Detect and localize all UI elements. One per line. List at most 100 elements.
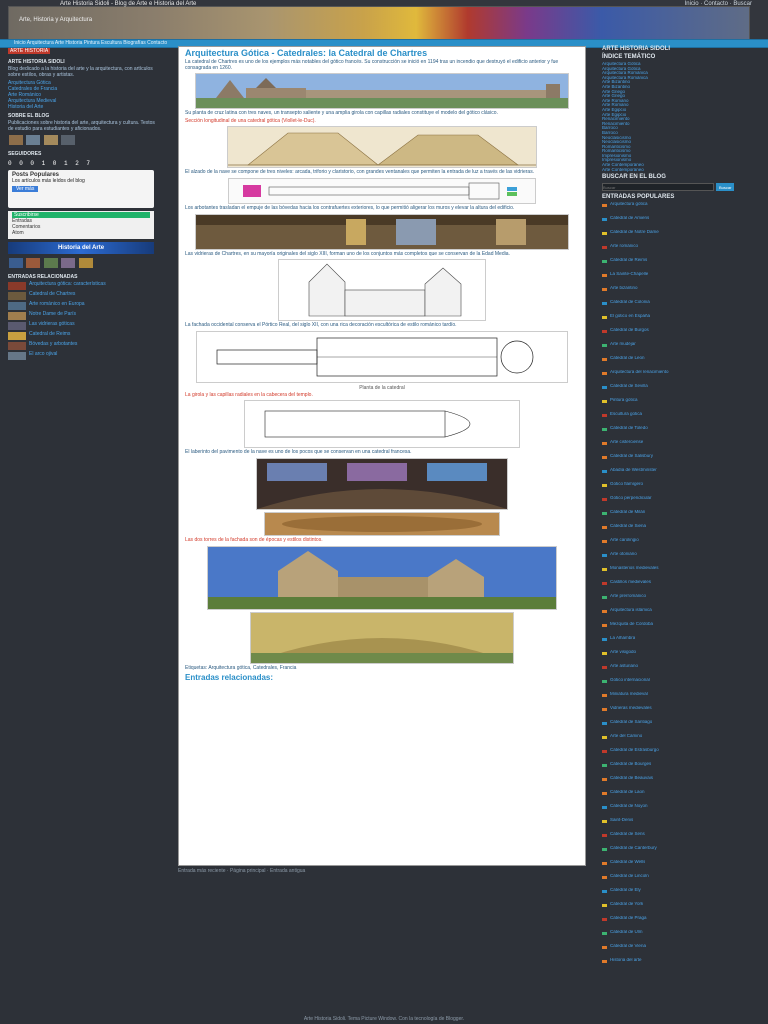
popular-post-item[interactable]: Arte cisterciense [602, 440, 762, 452]
popular-post-link[interactable]: Monasterios medievales [610, 566, 659, 578]
popular-post-link[interactable]: Pintura gótica [610, 398, 638, 410]
related-item[interactable]: Catedral de Chartres [8, 292, 158, 300]
popular-post-link[interactable]: Catedral de Laon [610, 790, 645, 802]
popular-post-item[interactable]: Catedral de Lincoln [602, 874, 762, 886]
popular-post-item[interactable]: Abadía de Westminster [602, 468, 762, 480]
popular-post-link[interactable]: Escultura gótica [610, 412, 642, 424]
popular-post-item[interactable]: Catedral de York [602, 902, 762, 914]
popular-post-link[interactable]: Historia del arte [610, 958, 642, 970]
popular-post-item[interactable]: Castillos medievales [602, 580, 762, 592]
popular-post-link[interactable]: Catedral de Colonia [610, 300, 650, 312]
popular-post-item[interactable]: Catedral de Sens [602, 832, 762, 844]
labyrinth-photo[interactable] [264, 511, 500, 536]
sidebar-link[interactable]: Historia del Arte [8, 104, 158, 110]
popular-post-item[interactable]: Gótico perpendicular [602, 496, 762, 508]
popular-post-item[interactable]: Gótico flamígero [602, 482, 762, 494]
popular-post-item[interactable]: Catedral de Reims [602, 258, 762, 270]
popular-post-item[interactable]: Catedral de Sevilla [602, 384, 762, 396]
cathedral-elevation-drawing[interactable] [278, 259, 486, 322]
popular-post-link[interactable]: Miniatura medieval [610, 692, 648, 704]
popular-post-link[interactable]: Mezquita de Córdoba [610, 622, 653, 634]
related-item[interactable]: Las vidrieras góticas [8, 322, 158, 330]
popular-post-item[interactable]: Catedral de Praga [602, 916, 762, 928]
stained-glass-photo[interactable] [256, 457, 508, 510]
subscribe-option[interactable]: Atom [12, 230, 150, 236]
popular-post-link[interactable]: Saint-Denis [610, 818, 633, 830]
related-link[interactable]: El arco ojival [29, 352, 57, 360]
popular-post-link[interactable]: Catedral de York [610, 902, 643, 914]
popular-post-link[interactable]: Catedral de Estrasburgo [610, 748, 659, 760]
popular-post-link[interactable]: Arte asturiano [610, 664, 638, 676]
popular-post-item[interactable]: Catedral de Estrasburgo [602, 748, 762, 760]
popular-post-item[interactable]: Catedral de Siena [602, 524, 762, 536]
popular-post-link[interactable]: Castillos medievales [610, 580, 651, 592]
popular-post-item[interactable]: Catedral de Santiago [602, 720, 762, 732]
portal-sculpture-photo[interactable] [250, 611, 514, 664]
post-title[interactable]: Arquitectura Gótica - Catedrales: la Cat… [185, 49, 579, 58]
blog-badge[interactable]: ARTE HISTORIA [8, 48, 51, 54]
cathedral-floor-plan[interactable] [196, 330, 568, 383]
popular-post-item[interactable]: Historia del arte [602, 958, 762, 970]
popular-post-item[interactable]: Catedral de Milán [602, 510, 762, 522]
related-link[interactable]: Arquitectura gótica: características [29, 282, 106, 290]
popular-post-link[interactable]: Arquitectura del renacimiento [610, 370, 669, 382]
nav-links[interactable]: Inicio Arquitectura Arte Historia Pintur… [14, 40, 167, 46]
popular-post-link[interactable]: Gótico internacional [610, 678, 650, 690]
related-item[interactable]: Catedral de Reims [8, 332, 158, 340]
popular-post-link[interactable]: Catedral de Sevilla [610, 384, 648, 396]
popular-post-link[interactable]: Catedral de Amiens [610, 216, 649, 228]
popular-post-item[interactable]: Arte otoniano [602, 552, 762, 564]
popular-post-link[interactable]: Catedral de Notre Dame [610, 230, 659, 242]
thumbnail-image[interactable] [61, 258, 76, 268]
widget-more-button[interactable]: Ver más [12, 186, 39, 192]
search-input[interactable] [602, 183, 714, 192]
popular-post-item[interactable]: Catedral de Toledo [602, 426, 762, 438]
popular-post-link[interactable]: Vidrieras medievales [610, 706, 652, 718]
popular-post-item[interactable]: Miniatura medieval [602, 692, 762, 704]
popular-post-item[interactable]: Arte románico [602, 244, 762, 256]
popular-post-item[interactable]: El gótico en España [602, 314, 762, 326]
popular-post-item[interactable]: Arquitectura islámica [602, 608, 762, 620]
popular-post-item[interactable]: Gótico internacional [602, 678, 762, 690]
index-link[interactable]: Arte Contemporáneo [602, 168, 762, 173]
thumbnail-image[interactable] [78, 258, 93, 268]
popular-post-item[interactable]: Catedral de Amiens [602, 216, 762, 228]
popular-post-item[interactable]: Arquitectura gótica [602, 202, 762, 214]
popular-post-link[interactable]: Catedral de Sens [610, 832, 645, 844]
popular-post-item[interactable]: Catedral de Colonia [602, 300, 762, 312]
popular-post-link[interactable]: Catedral de León [610, 356, 645, 368]
related-link[interactable]: Arte románico en Europa [29, 302, 85, 310]
promo-banner[interactable]: Historia del Arte [8, 242, 154, 254]
thumbnail-image[interactable] [61, 135, 76, 145]
popular-post-link[interactable]: Gótico perpendicular [610, 496, 652, 508]
popular-post-item[interactable]: Saint-Denis [602, 818, 762, 830]
thumbnail-image[interactable] [26, 135, 41, 145]
popular-post-link[interactable]: Arte del Camino [610, 734, 642, 746]
popular-post-link[interactable]: Abadía de Westminster [610, 468, 657, 480]
search-button[interactable]: Buscar [716, 183, 735, 192]
related-item[interactable]: Bóvedas y arbotantes [8, 342, 158, 350]
popular-post-link[interactable]: Catedral de Siena [610, 524, 646, 536]
popular-post-link[interactable]: Catedral de Wells [610, 860, 645, 872]
related-link[interactable]: Las vidrieras góticas [29, 322, 75, 330]
related-link[interactable]: Notre Dame de París [29, 312, 76, 320]
popular-post-link[interactable]: Catedral de Beauvais [610, 776, 653, 788]
popular-post-item[interactable]: Arte visigodo [602, 650, 762, 662]
related-item[interactable]: Notre Dame de París [8, 312, 158, 320]
cathedral-section-drawing[interactable] [227, 126, 537, 169]
header-links[interactable]: Inicio · Contacto · Buscar [685, 1, 752, 7]
popular-post-link[interactable]: Catedral de Ely [610, 888, 641, 900]
related-item[interactable]: Arte románico en Europa [8, 302, 158, 310]
popular-post-link[interactable]: Catedral de Toledo [610, 426, 648, 438]
popular-post-link[interactable]: Arte bizantino [610, 286, 638, 298]
popular-post-item[interactable]: Mezquita de Córdoba [602, 622, 762, 634]
popular-post-item[interactable]: Catedral de Ulm [602, 930, 762, 942]
popular-post-item[interactable]: Catedral de Laon [602, 790, 762, 802]
popular-post-item[interactable]: Catedral de Notre Dame [602, 230, 762, 242]
popular-post-link[interactable]: Catedral de Burgos [610, 328, 649, 340]
popular-post-item[interactable]: Arte carolingio [602, 538, 762, 550]
popular-post-link[interactable]: Catedral de Santiago [610, 720, 652, 732]
popular-post-link[interactable]: Arte mudéjar [610, 342, 636, 354]
popular-post-link[interactable]: El gótico en España [610, 314, 650, 326]
popular-post-item[interactable]: Catedral de Noyon [602, 804, 762, 816]
